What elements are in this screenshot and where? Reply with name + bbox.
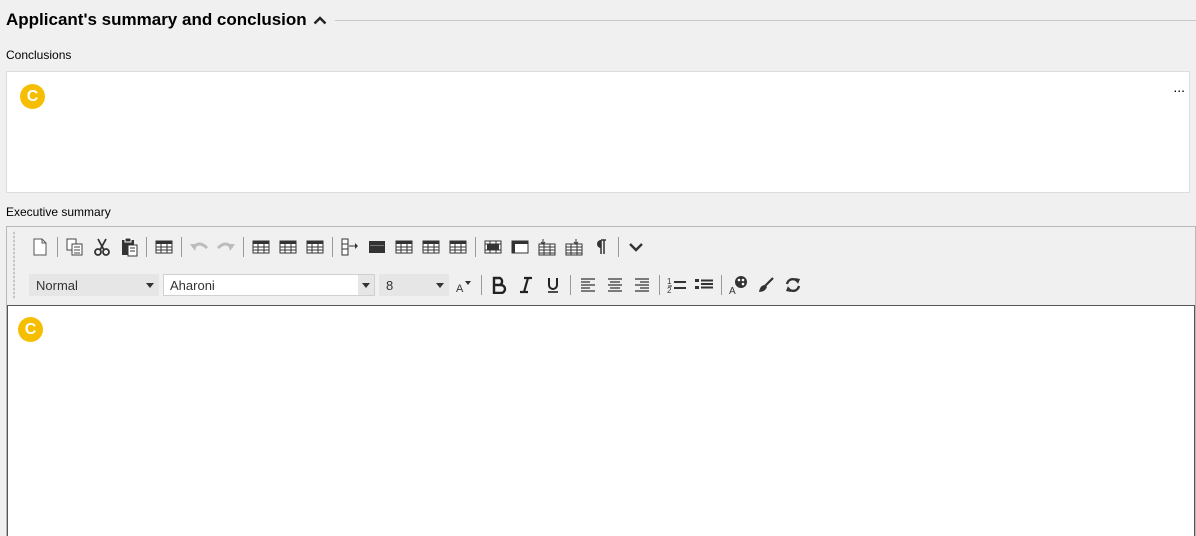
expand-toolbar-icon[interactable] bbox=[625, 236, 647, 258]
chevron-down-icon bbox=[432, 275, 448, 295]
align-right-icon[interactable] bbox=[631, 274, 653, 296]
toolbar-separator bbox=[146, 237, 147, 257]
new-document-icon[interactable] bbox=[29, 236, 51, 258]
toolbar-row-2: Normal Aharoni 8 A 1 2 A bbox=[29, 272, 809, 298]
undo-icon[interactable] bbox=[188, 236, 210, 258]
toolbar-separator bbox=[181, 237, 182, 257]
italic-icon[interactable] bbox=[515, 274, 537, 296]
toolbar-grip[interactable] bbox=[13, 231, 15, 299]
executive-summary-label: Executive summary bbox=[6, 205, 111, 219]
table-style-6-icon[interactable] bbox=[447, 236, 469, 258]
svg-text:2: 2 bbox=[667, 286, 672, 294]
toolbar-separator bbox=[721, 275, 722, 295]
redo-icon[interactable] bbox=[215, 236, 237, 258]
table-style-2-icon[interactable] bbox=[277, 236, 299, 258]
svg-text:A: A bbox=[456, 283, 464, 294]
underline-icon[interactable] bbox=[542, 274, 564, 296]
font-size-icon[interactable]: A bbox=[453, 274, 475, 296]
more-options-button[interactable]: ... bbox=[1173, 80, 1185, 94]
toolbar-separator bbox=[570, 275, 571, 295]
toolbar-separator bbox=[57, 237, 58, 257]
table-style-5-icon[interactable] bbox=[420, 236, 442, 258]
svg-text:1: 1 bbox=[667, 277, 672, 286]
toolbar-separator bbox=[332, 237, 333, 257]
conclusions-label: Conclusions bbox=[6, 48, 72, 62]
insert-column-right-icon[interactable] bbox=[563, 236, 585, 258]
font-size-select[interactable]: 8 bbox=[379, 274, 449, 296]
executive-summary-editor[interactable]: C bbox=[7, 305, 1195, 536]
font-size-select-value: 8 bbox=[386, 277, 394, 293]
table-style-1-icon[interactable] bbox=[250, 236, 272, 258]
rich-text-editor: Normal Aharoni 8 A 1 2 A C bbox=[6, 226, 1196, 536]
toolbar-separator bbox=[243, 237, 244, 257]
section-header: Applicant's summary and conclusion bbox=[6, 9, 1196, 31]
chevron-down-icon bbox=[142, 275, 158, 295]
table-style-4-icon[interactable] bbox=[393, 236, 415, 258]
cut-icon[interactable] bbox=[91, 236, 113, 258]
clear-format-icon[interactable] bbox=[755, 274, 777, 296]
svg-text:A: A bbox=[729, 286, 736, 295]
align-center-icon[interactable] bbox=[604, 274, 626, 296]
bold-icon[interactable] bbox=[488, 274, 510, 296]
chevron-up-icon[interactable] bbox=[313, 15, 327, 25]
section-title: Applicant's summary and conclusion bbox=[6, 10, 307, 29]
confidentiality-badge-icon: C bbox=[18, 317, 43, 342]
table-header-icon[interactable] bbox=[366, 236, 388, 258]
font-select[interactable]: Aharoni bbox=[163, 274, 375, 296]
numbered-list-icon[interactable]: 12 bbox=[666, 274, 688, 296]
confidentiality-badge-icon: C bbox=[20, 84, 45, 109]
toolbar-separator bbox=[659, 275, 660, 295]
style-select-value: Normal bbox=[36, 277, 78, 293]
copy-icon[interactable] bbox=[64, 236, 86, 258]
pilcrow-icon[interactable] bbox=[590, 236, 612, 258]
toolbar-separator bbox=[475, 237, 476, 257]
insert-table-icon[interactable] bbox=[153, 236, 175, 258]
text-color-icon[interactable]: A bbox=[728, 274, 750, 296]
insert-column-left-icon[interactable] bbox=[536, 236, 558, 258]
header-divider bbox=[334, 19, 1196, 21]
toolbar-row-1 bbox=[29, 234, 652, 260]
paste-icon[interactable] bbox=[118, 236, 140, 258]
row-align-icon[interactable] bbox=[339, 236, 361, 258]
refresh-icon[interactable] bbox=[782, 274, 804, 296]
style-select[interactable]: Normal bbox=[29, 274, 159, 296]
split-cells-icon[interactable] bbox=[509, 236, 531, 258]
align-left-icon[interactable] bbox=[577, 274, 599, 296]
font-select-value: Aharoni bbox=[170, 277, 215, 293]
toolbar-separator bbox=[618, 237, 619, 257]
conclusions-field[interactable]: C ... bbox=[6, 71, 1190, 193]
chevron-down-icon bbox=[358, 275, 374, 295]
toolbar-separator bbox=[481, 275, 482, 295]
merge-cells-icon[interactable] bbox=[482, 236, 504, 258]
bulleted-list-icon[interactable] bbox=[693, 274, 715, 296]
table-style-3-icon[interactable] bbox=[304, 236, 326, 258]
